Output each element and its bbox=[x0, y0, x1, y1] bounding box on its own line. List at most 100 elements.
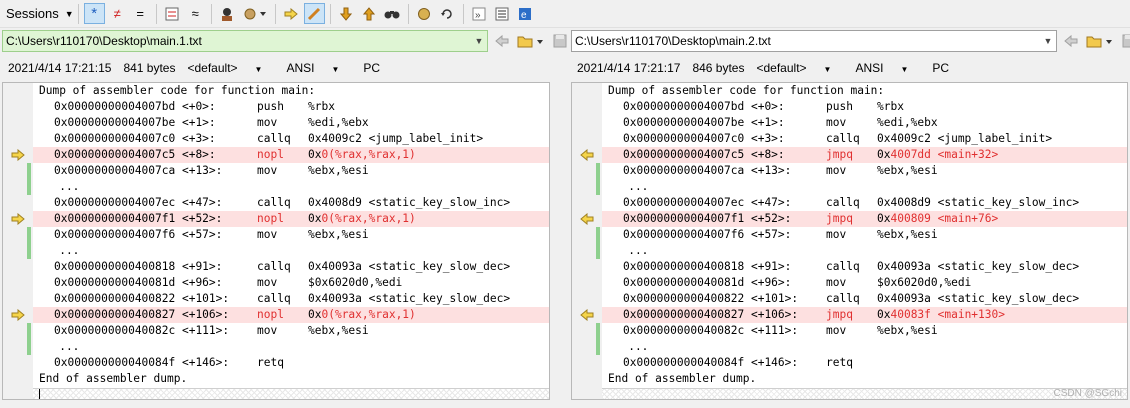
code-line[interactable]: 0x000000000040084f <+146>: retq bbox=[33, 355, 549, 371]
code-line[interactable]: ... bbox=[602, 243, 1127, 259]
expand-icon[interactable]: » bbox=[469, 3, 490, 24]
left-format-select[interactable]: <default> ▼ bbox=[187, 61, 274, 75]
code-line[interactable]: 0x00000000004007ca <+13>: mov %ebx,%esi bbox=[602, 163, 1127, 179]
reload-icon[interactable] bbox=[437, 3, 458, 24]
browser-icon[interactable]: e bbox=[515, 3, 536, 24]
code-line[interactable]: ... bbox=[33, 243, 549, 259]
arrow-left-icon[interactable] bbox=[572, 307, 602, 323]
next-section-icon[interactable] bbox=[281, 3, 302, 24]
left-open-folder-icon[interactable] bbox=[516, 30, 546, 52]
arrow-right-icon[interactable] bbox=[3, 211, 33, 227]
sessions-menu[interactable]: Sessions ▼ bbox=[6, 3, 74, 25]
line-operand: %edi,%ebx bbox=[877, 116, 938, 129]
next-diff-icon[interactable] bbox=[336, 3, 357, 24]
diff-line[interactable]: 0x00000000004007c5 <+8>: nopl 0x0(%rax,%ra… bbox=[33, 147, 549, 163]
code-line[interactable]: Dump of assembler code for function main… bbox=[33, 83, 549, 99]
left-eol[interactable]: PC bbox=[363, 61, 380, 75]
line-opcode: mov bbox=[826, 228, 847, 241]
star-icon[interactable]: * bbox=[83, 3, 105, 24]
code-line[interactable]: 0x0000000000400818 <+91>: callq 0x40093a <… bbox=[33, 259, 549, 275]
code-line[interactable]: 0x00000000004007bd <+0>: push %rbx bbox=[602, 99, 1127, 115]
left-path-field[interactable]: C:\Users\r110170\Desktop\main.1.txt ▼ bbox=[2, 30, 488, 52]
code-line[interactable]: 0x000000000040081d <+96>: mov $0x6020d0,%e… bbox=[602, 275, 1127, 291]
line-text: ... bbox=[39, 180, 80, 193]
code-line[interactable]: 0x00000000004007ec <+47>: callq 0x4008d9 <… bbox=[602, 195, 1127, 211]
line-address: 0x000000000040081d <+96>: bbox=[54, 276, 223, 289]
code-line[interactable]: 0x0000000000400822 <+101>: callq 0x40093a … bbox=[602, 291, 1127, 307]
edit-icon[interactable] bbox=[303, 3, 325, 24]
code-line[interactable]: 0x00000000004007c0 <+3>: callq 0x4009c2 <j… bbox=[33, 131, 549, 147]
line-opcode: callq bbox=[257, 260, 291, 273]
code-line[interactable]: 0x0000000000400822 <+101>: callq 0x40093a … bbox=[33, 291, 549, 307]
code-line[interactable]: 0x000000000040084f <+146>: retq bbox=[602, 355, 1127, 371]
code-line[interactable]: 0x00000000004007f6 <+57>: mov %ebx,%esi bbox=[602, 227, 1127, 243]
left-text-pane[interactable]: Dump of assembler code for function main… bbox=[2, 82, 550, 400]
right-recent-icon[interactable] bbox=[1060, 30, 1082, 52]
diff-line[interactable]: 0x0000000000400827 <+106>: jmpq 0x40083f <… bbox=[602, 307, 1127, 323]
toolbar-separator bbox=[77, 3, 79, 24]
code-line[interactable]: Dump of assembler code for function main… bbox=[602, 83, 1127, 99]
diff-line[interactable]: 0x00000000004007c5 <+8>: jmpq 0x4007dd <ma… bbox=[602, 147, 1127, 163]
code-line[interactable]: 0x000000000040082c <+111>: mov %ebx,%esi bbox=[602, 323, 1127, 339]
code-line[interactable]: 0x00000000004007bd <+0>: push %rbx bbox=[33, 99, 549, 115]
ignore-icon[interactable] bbox=[217, 3, 238, 24]
line-text: End of assembler dump. bbox=[608, 372, 757, 385]
operand-diff: 0(%rax,%rax,1) bbox=[321, 308, 416, 321]
swap-icon[interactable] bbox=[414, 3, 435, 24]
code-line[interactable]: 0x0000000000400818 <+91>: callq 0x40093a <… bbox=[602, 259, 1127, 275]
not-equal-icon[interactable]: ≠ bbox=[107, 3, 128, 24]
diff-line[interactable]: 0x00000000004007f1 <+52>: nopl 0x0(%rax,%r… bbox=[33, 211, 549, 227]
arrow-right-icon[interactable] bbox=[3, 147, 33, 163]
left-save-icon[interactable] bbox=[549, 30, 571, 52]
chevron-down-icon[interactable]: ▼ bbox=[1040, 31, 1056, 51]
line-operand: %ebx,%esi bbox=[877, 164, 938, 177]
code-line[interactable]: 0x00000000004007c0 <+3>: callq 0x4009c2 <j… bbox=[602, 131, 1127, 147]
find-icon[interactable] bbox=[382, 3, 403, 24]
code-line[interactable]: 0x00000000004007f6 <+57>: mov %ebx,%esi bbox=[33, 227, 549, 243]
approx-icon[interactable]: ≈ bbox=[185, 3, 206, 24]
prev-diff-icon[interactable] bbox=[359, 3, 380, 24]
right-encoding-select[interactable]: ANSI ▼ bbox=[855, 61, 920, 75]
line-opcode: push bbox=[257, 100, 284, 113]
diff-line[interactable]: 0x0000000000400827 <+106>: nopl 0x0(%rax,%… bbox=[33, 307, 549, 323]
code-line[interactable]: ... bbox=[602, 339, 1127, 355]
line-opcode: mov bbox=[257, 116, 278, 129]
left-recent-icon[interactable] bbox=[491, 30, 513, 52]
right-code[interactable]: Dump of assembler code for function main… bbox=[602, 83, 1127, 387]
code-line[interactable]: 0x000000000040081d <+96>: mov $0x6020d0,%e… bbox=[33, 275, 549, 291]
code-line[interactable]: 0x00000000004007be <+1>: mov %edi,%ebx bbox=[602, 115, 1127, 131]
arrow-right-icon[interactable] bbox=[3, 307, 33, 323]
diff-context-icon[interactable] bbox=[162, 3, 183, 24]
code-line[interactable]: ... bbox=[33, 339, 549, 355]
right-save-icon[interactable] bbox=[1118, 30, 1130, 52]
right-eol[interactable]: PC bbox=[932, 61, 949, 75]
code-line[interactable]: ... bbox=[602, 179, 1127, 195]
rules-icon[interactable] bbox=[240, 3, 270, 24]
left-encoding-select[interactable]: ANSI ▼ bbox=[286, 61, 351, 75]
diff-line[interactable]: 0x00000000004007f1 <+52>: jmpq 0x400809 <m… bbox=[602, 211, 1127, 227]
code-line[interactable]: 0x000000000040082c <+111>: mov %ebx,%esi bbox=[33, 323, 549, 339]
right-open-folder-icon[interactable] bbox=[1085, 30, 1115, 52]
line-opcode: callq bbox=[826, 132, 860, 145]
code-line[interactable]: 0x00000000004007ca <+13>: mov %ebx,%esi bbox=[33, 163, 549, 179]
code-line[interactable]: 0x00000000004007ec <+47>: callq 0x4008d9 <… bbox=[33, 195, 549, 211]
change-marker bbox=[596, 243, 600, 259]
arrow-left-icon[interactable] bbox=[572, 211, 602, 227]
left-code[interactable]: Dump of assembler code for function main… bbox=[33, 83, 549, 387]
code-line[interactable]: 0x00000000004007be <+1>: mov %edi,%ebx bbox=[33, 115, 549, 131]
code-line[interactable]: ... bbox=[33, 179, 549, 195]
code-line[interactable]: End of assembler dump. bbox=[602, 371, 1127, 387]
equal-icon[interactable]: = bbox=[130, 3, 151, 24]
operand-prefix: 0x bbox=[308, 148, 322, 161]
chevron-down-icon[interactable]: ▼ bbox=[471, 31, 487, 51]
right-path-field[interactable]: C:\Users\r110170\Desktop\main.2.txt ▼ bbox=[571, 30, 1057, 52]
change-marker bbox=[27, 339, 31, 355]
arrow-left-icon[interactable] bbox=[572, 147, 602, 163]
right-text-pane[interactable]: Dump of assembler code for function main… bbox=[571, 82, 1128, 400]
line-opcode: mov bbox=[257, 276, 278, 289]
right-format-select[interactable]: <default> ▼ bbox=[756, 61, 843, 75]
line-address: 0x00000000004007ca <+13>: bbox=[54, 164, 223, 177]
line-opcode: mov bbox=[257, 228, 278, 241]
code-line[interactable]: End of assembler dump. bbox=[33, 371, 549, 387]
report-icon[interactable] bbox=[492, 3, 513, 24]
